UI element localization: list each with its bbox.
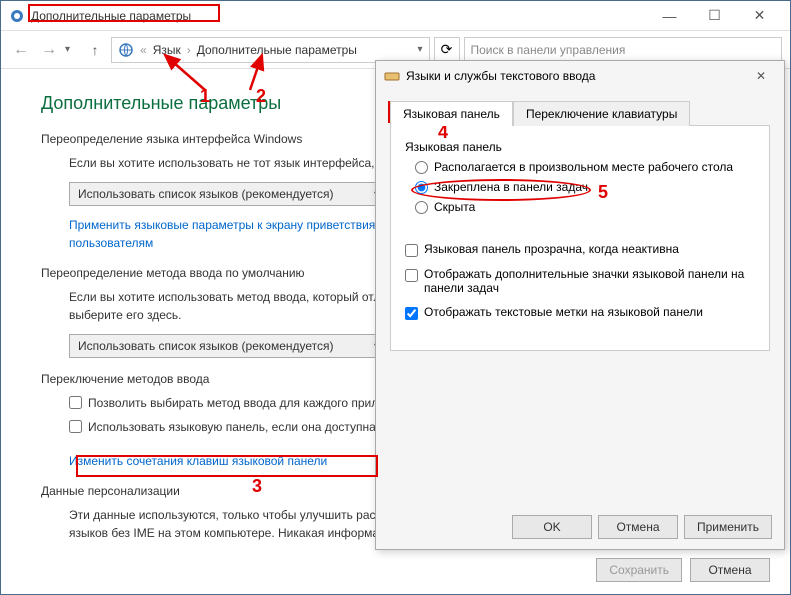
breadcrumb-language[interactable]: Язык	[153, 43, 181, 57]
tab-keyboard-switch[interactable]: Переключение клавиатуры	[513, 101, 690, 126]
ui-lang-dropdown[interactable]: Использовать список языков (рекомендуетс…	[69, 182, 389, 206]
radio-docked[interactable]	[415, 181, 428, 194]
dialog-titlebar: Языки и службы текстового ввода ✕	[376, 61, 784, 91]
change-hotkeys-link[interactable]: Изменить сочетания клавиш языковой панел…	[69, 452, 327, 470]
refresh-button[interactable]: ⟳	[434, 37, 460, 63]
main-footer-buttons: Сохранить Отмена	[596, 558, 770, 582]
tab-language-bar[interactable]: Языковая панель	[390, 101, 513, 126]
dialog-footer: OK Отмена Применить	[512, 515, 772, 539]
radio-hidden-label: Скрыта	[434, 200, 475, 214]
radio-hidden[interactable]	[415, 201, 428, 214]
window-title: Дополнительные параметры	[31, 9, 647, 23]
radio-docked-label: Закреплена в панели задач	[434, 180, 588, 194]
back-button[interactable]: ←	[9, 38, 33, 62]
cancel-button[interactable]: Отмена	[690, 558, 770, 582]
maximize-button[interactable]: ☐	[692, 2, 737, 30]
dialog-title: Языки и службы текстового ввода	[406, 69, 595, 83]
dialog-body: Языковая панель Переключение клавиатуры …	[376, 91, 784, 361]
ok-button[interactable]: OK	[512, 515, 592, 539]
tab-panel: Языковая панель Располагается в произвол…	[390, 125, 770, 351]
app-icon	[9, 8, 25, 24]
breadcrumb-sep: ›	[187, 43, 191, 57]
cb-transparent-label: Языковая панель прозрачна, когда неактив…	[424, 242, 679, 256]
minimize-button[interactable]: —	[647, 2, 692, 30]
cb-text-labels-label: Отображать текстовые метки на языковой п…	[424, 305, 703, 319]
apply-button[interactable]: Применить	[684, 515, 772, 539]
forward-button[interactable]: →	[37, 38, 61, 62]
cb-extra-icons-label: Отображать дополнительные значки языково…	[424, 267, 755, 295]
history-dropdown[interactable]: ▾	[65, 44, 79, 55]
dialog-close-button[interactable]: ✕	[746, 65, 776, 87]
cb-extra-icons[interactable]	[405, 269, 418, 282]
radio-float-label: Располагается в произвольном месте рабоч…	[434, 160, 733, 174]
window-controls: — ☐ ✕	[647, 2, 782, 30]
breadcrumb-advanced[interactable]: Дополнительные параметры	[197, 43, 357, 57]
close-button[interactable]: ✕	[737, 2, 782, 30]
cb-transparent[interactable]	[405, 244, 418, 257]
use-lang-bar-label: Использовать языковую панель, если она д…	[88, 418, 376, 436]
up-button[interactable]: ↑	[83, 38, 107, 62]
save-button[interactable]: Сохранить	[596, 558, 682, 582]
text-services-dialog: Языки и службы текстового ввода ✕ Языков…	[375, 60, 785, 550]
address-expand[interactable]: ▾	[417, 44, 422, 55]
keyboard-icon	[384, 68, 400, 84]
titlebar: Дополнительные параметры — ☐ ✕	[1, 1, 790, 31]
per-app-input-checkbox[interactable]	[69, 396, 82, 409]
use-lang-bar-checkbox[interactable]	[69, 420, 82, 433]
search-placeholder: Поиск в панели управления	[471, 43, 626, 57]
address-bar[interactable]: « Язык › Дополнительные параметры ▾	[111, 37, 430, 63]
group-lang-bar: Языковая панель	[405, 140, 755, 154]
dialog-tabs: Языковая панель Переключение клавиатуры	[390, 101, 770, 126]
dropdown-value: Использовать список языков (рекомендуетс…	[78, 185, 334, 203]
breadcrumb-sep: «	[140, 43, 147, 57]
per-app-input-label: Позволить выбирать метод ввода для каждо…	[88, 394, 419, 412]
radio-float[interactable]	[415, 161, 428, 174]
search-input[interactable]: Поиск в панели управления	[464, 37, 783, 63]
dropdown-value: Использовать список языков (рекомендуетс…	[78, 337, 334, 355]
cb-text-labels[interactable]	[405, 307, 418, 320]
globe-icon	[118, 42, 134, 58]
dialog-cancel-button[interactable]: Отмена	[598, 515, 678, 539]
input-method-dropdown[interactable]: Использовать список языков (рекомендуетс…	[69, 334, 389, 358]
